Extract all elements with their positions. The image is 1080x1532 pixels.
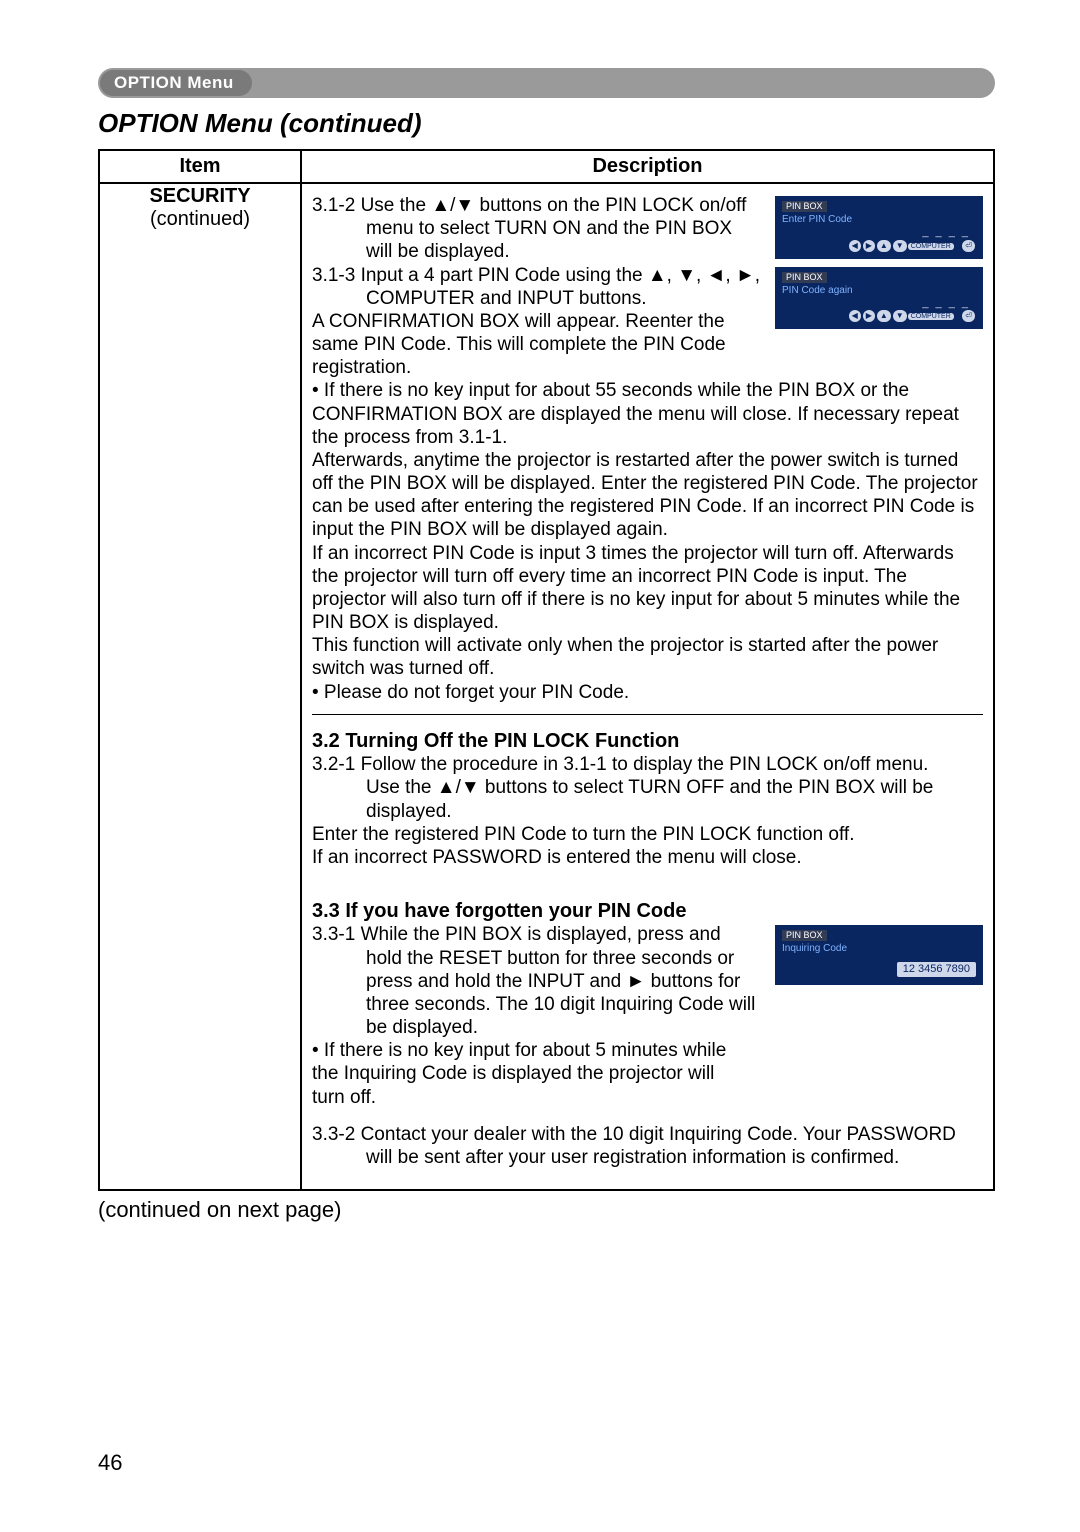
heading-3-3: 3.3 If you have forgotten your PIN Code [312, 899, 983, 923]
pin-box-inquiring-image: PIN BOX Inquiring Code 12 3456 7890 [775, 925, 983, 985]
col-header-item: Item [99, 150, 301, 183]
para-enter-pin: Enter the registered PIN Code to turn th… [312, 823, 983, 846]
bullet-forget: • Please do not forget your PIN Code. [312, 681, 983, 704]
heading-3-2: 3.2 Turning Off the PIN LOCK Function [312, 729, 983, 753]
pinbox3-code: 12 3456 7890 [897, 962, 976, 977]
right-icon: ▶ [863, 240, 875, 252]
bullet-5min: • If there is no key input for about 5 m… [312, 1039, 732, 1109]
col-header-description: Description [301, 150, 994, 183]
step-3-1-3-line5: registration. [312, 356, 983, 379]
item-sub: (continued) [101, 208, 299, 231]
up-icon: ▲ [877, 240, 891, 252]
left-icon: ◀ [849, 310, 861, 322]
step-3-3-2-line1: 3.3-2 Contact your dealer with the 10 di… [312, 1123, 983, 1146]
step-3-2-1-line1: 3.2-1 Follow the procedure in 3.1-1 to d… [312, 753, 983, 776]
step-3-3-1-line4: three seconds. The 10 digit Inquiring Co… [312, 993, 983, 1016]
option-menu-table: Item Description SECURITY (continued) PI… [98, 149, 995, 1191]
pinbox3-title: PIN BOX [782, 930, 827, 941]
step-3-1-3-line4: same PIN Code. This will complete the PI… [312, 333, 983, 356]
bullet-55s: • If there is no key input for about 55 … [312, 379, 983, 449]
pinbox1-dashes: _ _ _ _ [782, 226, 976, 239]
pinbox3-sub: Inquiring Code [782, 943, 976, 955]
enter-icon: ⏎ [962, 240, 975, 252]
down-icon: ▼ [893, 310, 907, 322]
tab-label: OPTION Menu [100, 70, 252, 96]
section-title: OPTION Menu (continued) [98, 108, 995, 139]
description-cell: PIN BOX Enter PIN Code _ _ _ _ ◀▶▲▼COMPU… [301, 183, 994, 1190]
para-afterwards: Afterwards, anytime the projector is res… [312, 449, 983, 542]
item-cell-security: SECURITY (continued) [99, 183, 301, 1190]
divider-1 [312, 714, 983, 715]
computer-icon: COMPUTER [908, 243, 954, 250]
page-number: 46 [98, 1450, 122, 1476]
up-icon: ▲ [877, 310, 891, 322]
pin-box-again-image: PIN BOX PIN Code again _ _ _ _ ◀▶▲▼COMPU… [775, 267, 983, 330]
right-icon: ▶ [863, 310, 875, 322]
down-icon: ▼ [893, 240, 907, 252]
pinbox1-title: PIN BOX [782, 201, 827, 212]
pinbox1-icons: ◀▶▲▼COMPUTER / ⏎ [782, 240, 976, 252]
enter-icon: ⏎ [962, 310, 975, 322]
step-3-2-1-line2: Use the ▲/▼ buttons to select TURN OFF a… [312, 776, 983, 799]
pinbox2-dashes: _ _ _ _ [782, 297, 976, 310]
pinbox2-sub: PIN Code again [782, 285, 976, 297]
left-icon: ◀ [849, 240, 861, 252]
computer-icon: COMPUTER [908, 313, 954, 320]
para-wrong-pw: If an incorrect PASSWORD is entered the … [312, 846, 983, 869]
header-tab-bar: OPTION Menu [98, 68, 995, 98]
step-3-3-1-line5: be displayed. [312, 1016, 983, 1039]
step-3-3-2-line2: will be sent after your user registratio… [312, 1146, 983, 1169]
pin-box-enter-image: PIN BOX Enter PIN Code _ _ _ _ ◀▶▲▼COMPU… [775, 196, 983, 259]
para-3times: If an incorrect PIN Code is input 3 time… [312, 542, 983, 635]
continued-next-page: (continued on next page) [98, 1197, 995, 1223]
para-activate: This function will activate only when th… [312, 634, 983, 680]
pinbox1-sub: Enter PIN Code [782, 214, 976, 226]
item-name: SECURITY [101, 185, 299, 208]
pinbox2-icons: ◀▶▲▼COMPUTER / ⏎ [782, 310, 976, 322]
step-3-2-1-line3: displayed. [312, 800, 983, 823]
pinbox2-title: PIN BOX [782, 272, 827, 283]
